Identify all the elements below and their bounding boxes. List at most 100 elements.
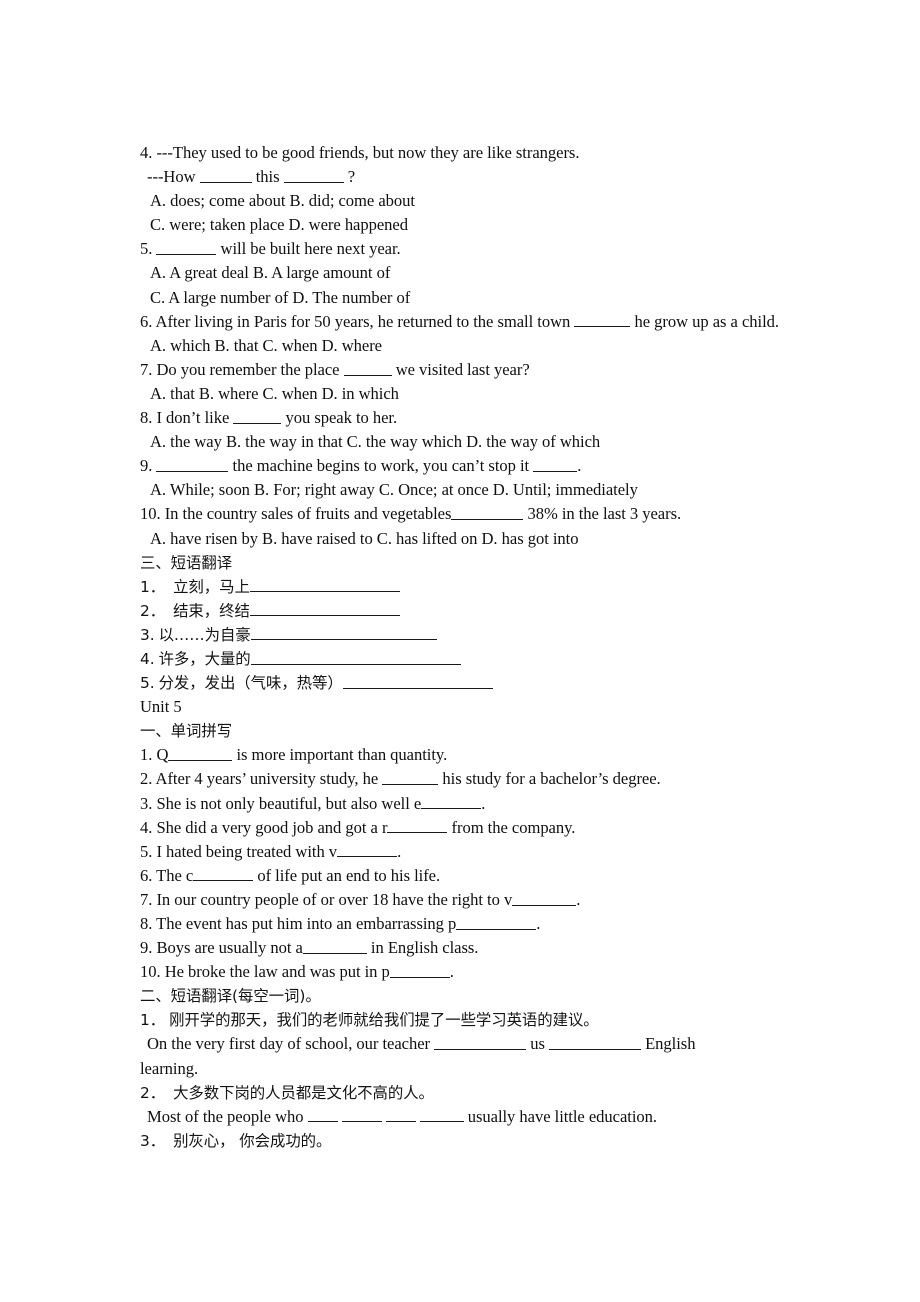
blank-field[interactable] [385,1108,416,1123]
q4-how-text: ---How [147,167,200,187]
question-8-options: A. the way B. the way in that C. the way… [140,430,784,454]
spelling-item-9: 9. Boys are usually not a in English cla… [140,936,784,960]
item-prefix: 4. She did a very good job and got a r [140,817,388,837]
blank-field[interactable] [168,746,233,761]
question-10-options: A. have risen by B. have raised to C. ha… [140,527,784,551]
blank-field[interactable] [382,770,439,786]
blank-field[interactable] [307,1108,338,1123]
spelling-item-3: 3. She is not only beautiful, but also w… [140,792,784,816]
q10-part-a: 10. In the country sales of fruits and v… [140,504,452,524]
blank-field[interactable] [387,819,448,834]
spelling-item-6: 6. The c of life put an end to his life. [140,864,784,888]
question-5-stem: 5. will be built here next year. [140,237,784,261]
q9-part-b: the machine begins to work, you can’t st… [228,456,534,476]
english-part-d: learning. [140,1058,199,1078]
blank-field[interactable] [249,579,400,593]
worksheet-page: 4. ---They used to be good friends, but … [0,0,920,1302]
item-suffix: in English class. [366,938,479,958]
section-heading-text: 一、单词拼写 [140,722,233,741]
spelling-item-5: 5. I hated being treated with v. [140,840,784,864]
blank-field[interactable] [451,505,524,521]
phrase-item-2: 2． 结束，终结 [140,599,784,623]
section-one-heading: 一、单词拼写 [140,719,784,743]
item-suffix: is more important than quantity. [232,745,448,765]
item-text: 分发，发出（气味，热等） [158,674,343,693]
item-number: 1． [140,1011,166,1030]
item-suffix: from the company. [447,817,576,837]
item-suffix: . [449,962,454,982]
section-heading-text: 三、短语翻译 [140,553,233,572]
blank-field[interactable] [302,939,367,954]
blank-field[interactable] [250,627,437,641]
blank-field[interactable] [533,457,578,472]
question-4-stem-line2: ---How this ? [140,165,784,189]
q8-part-b: you speak to her. [281,408,398,428]
q9-part-c: . [577,456,582,476]
item-prefix: 2. After 4 years’ university study, he [140,769,383,789]
blank-field[interactable] [233,409,282,424]
blank-field[interactable] [249,603,400,617]
item-suffix: . [481,793,486,813]
blank-field[interactable] [156,240,217,256]
question-5-options-ab: A. A great deal B. A large amount of [140,261,784,285]
blank-field[interactable] [342,675,493,689]
chinese-text: 别灰心， 你会成功的。 [173,1131,332,1150]
blank-field[interactable] [199,168,252,183]
item-suffix: of life put an end to his life. [253,865,441,885]
spelling-item-10: 10. He broke the law and was put in p. [140,960,784,984]
q4-qmark-text: ? [343,167,356,187]
q5-rest-text: will be built here next year. [216,239,401,259]
question-4-stem-text: 4. ---They used to be good friends, but … [140,143,580,162]
item-number: 1． [140,577,166,596]
item-number: 4. [140,649,155,668]
item-prefix: 6. The c [140,865,194,885]
option-text: A. which B. that C. when D. where [150,335,382,355]
item-text: 结束，终结 [173,601,250,620]
item-suffix: . [576,889,581,909]
blank-field[interactable] [419,1108,464,1123]
question-7-stem: 7. Do you remember the place we visited … [140,358,784,382]
item-prefix: 3. She is not only beautiful, but also w… [140,793,422,813]
question-4-options-ab: A. does; come about B. did; come about [140,189,784,213]
item-prefix: 10. He broke the law and was put in p [140,962,390,982]
question-7-options: A. that B. where C. when D. in which [140,382,784,406]
item-text: 立刻，马上 [173,577,250,596]
blank-field[interactable] [250,651,461,665]
q5-number: 5. [140,239,157,259]
question-6-stem: 6. After living in Paris for 50 years, h… [140,310,784,334]
document-body: 4. ---They used to be good friends, but … [140,141,784,1153]
item-prefix: 5. I hated being treated with v [140,841,338,861]
blank-field[interactable] [389,963,450,978]
q9-number: 9. [140,456,157,476]
q7-part-b: we visited last year? [391,359,530,379]
blank-field[interactable] [512,891,577,906]
blank-field[interactable] [193,867,254,882]
q7-part-a: 7. Do you remember the place [140,359,344,379]
section-three-heading: 三、短语翻译 [140,551,784,575]
blank-field[interactable] [341,1108,382,1123]
phrase-item-4: 4. 许多，大量的 [140,647,784,671]
blank-field[interactable] [548,1036,641,1051]
item-number: 2． [140,601,166,620]
blank-field[interactable] [434,1036,527,1051]
blank-field[interactable] [343,361,392,376]
item-suffix: . [397,841,402,861]
unit-heading-text: Unit 5 [140,697,182,717]
item-text: 许多，大量的 [158,649,251,668]
blank-field[interactable] [337,843,398,858]
option-text: A. the way B. the way in that C. the way… [150,432,601,452]
blank-field[interactable] [421,795,482,810]
english-part-b: us [526,1034,549,1054]
phrase-item-3: 3. 以……为自豪 [140,623,784,647]
blank-field[interactable] [456,915,537,930]
option-text: A. A great deal B. A large amount of [150,263,391,283]
translation-item-2-english: Most of the people who usually have litt… [140,1105,784,1129]
phrase-item-5: 5. 分发，发出（气味，热等） [140,671,784,695]
blank-field[interactable] [574,313,631,328]
blank-field[interactable] [283,168,344,183]
chinese-text: 刚开学的那天，我们的老师就给我们提了一些学习英语的建议。 [169,1011,599,1030]
blank-field[interactable] [156,457,229,472]
english-part-b: usually have little education. [463,1106,657,1126]
phrase-item-1: 1． 立刻，马上 [140,575,784,599]
q6-part-b: he grow up as a child. [630,311,779,331]
